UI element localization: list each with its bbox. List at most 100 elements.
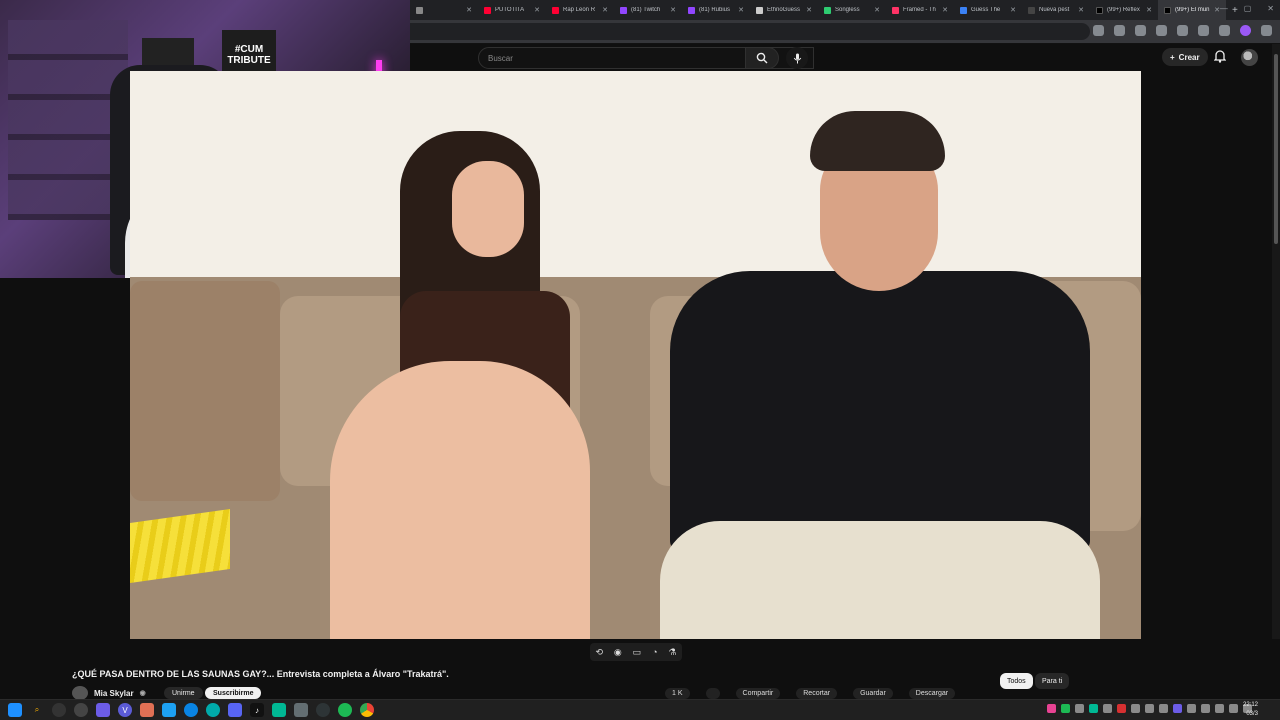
- app-icon[interactable]: [140, 703, 154, 717]
- channel-avatar[interactable]: [72, 686, 88, 700]
- create-button[interactable]: + Crear: [1162, 48, 1208, 66]
- tray-icon[interactable]: [1187, 704, 1196, 713]
- app-icon[interactable]: [184, 703, 198, 717]
- clock-time: 22:12: [1242, 702, 1258, 708]
- app-icon[interactable]: [272, 703, 286, 717]
- extension-icon[interactable]: [1219, 25, 1230, 36]
- like-button[interactable]: 1 K: [665, 688, 690, 699]
- edge-icon[interactable]: [206, 703, 220, 717]
- extension-icon[interactable]: [1177, 25, 1188, 36]
- browser-tab[interactable]: Framed - Th ✕: [886, 0, 954, 20]
- close-icon[interactable]: ✕: [466, 6, 472, 14]
- chip-todos[interactable]: Todos: [1000, 673, 1033, 689]
- dislike-button[interactable]: [705, 688, 720, 699]
- pip-icon[interactable]: ▭: [633, 647, 642, 658]
- bookmark-star-icon[interactable]: [1114, 25, 1125, 36]
- close-icon[interactable]: ✕: [1010, 6, 1016, 14]
- close-icon[interactable]: ✕: [942, 6, 948, 14]
- browser-tab-active[interactable]: (99+) El mun ✕: [1158, 0, 1226, 20]
- channel-info[interactable]: Mia Skylar ◉: [72, 686, 146, 700]
- minimize-icon[interactable]: —: [1220, 4, 1228, 13]
- close-icon[interactable]: ✕: [1078, 6, 1084, 14]
- tab-favicon: [1096, 6, 1103, 14]
- close-icon[interactable]: ✕: [738, 6, 744, 14]
- tray-icon[interactable]: [1117, 704, 1126, 713]
- windows-start-icon[interactable]: [8, 703, 22, 717]
- taskbar-clock[interactable]: 22:12 03/3: [1243, 701, 1258, 719]
- tray-icon[interactable]: [1047, 704, 1056, 713]
- browser-tab[interactable]: (81) Twitch ✕: [614, 0, 682, 20]
- tray-icon[interactable]: [1173, 704, 1182, 713]
- tray-icon[interactable]: [1075, 704, 1084, 713]
- app-icon[interactable]: [74, 703, 88, 717]
- browser-tab[interactable]: EthnoGuess ✕: [750, 0, 818, 20]
- download-button[interactable]: Descargar: [908, 688, 956, 699]
- close-icon[interactable]: ✕: [1146, 6, 1152, 14]
- tray-icon[interactable]: [1061, 704, 1070, 713]
- extension-icon[interactable]: [1156, 25, 1167, 36]
- share-button[interactable]: Compartir: [735, 688, 781, 699]
- clip-button[interactable]: Recortar: [796, 688, 838, 699]
- tiktok-icon[interactable]: ♪: [250, 703, 264, 717]
- search-icon: [756, 52, 768, 64]
- video-player[interactable]: [130, 71, 1141, 639]
- chip-para-ti[interactable]: Para ti: [1035, 673, 1070, 689]
- app-icon[interactable]: [96, 703, 110, 717]
- tab-favicon: [824, 6, 831, 14]
- browser-tab[interactable]: (99+) Reflex ✕: [1090, 0, 1158, 20]
- discord-icon[interactable]: [228, 703, 242, 717]
- experiment-icon[interactable]: ⚗: [668, 647, 676, 658]
- spotify-icon[interactable]: [338, 703, 352, 717]
- audio-icon[interactable]: ◉: [614, 647, 622, 658]
- browser-tab[interactable]: Nueva pest ✕: [1022, 0, 1090, 20]
- task-view-icon[interactable]: [52, 703, 66, 717]
- browser-tab[interactable]: Guess The ✕: [954, 0, 1022, 20]
- scrollbar-thumb[interactable]: [1274, 54, 1278, 244]
- menu-icon[interactable]: [1261, 25, 1272, 36]
- wifi-icon[interactable]: [1229, 704, 1238, 713]
- voice-search-button[interactable]: [786, 47, 808, 69]
- app-icon[interactable]: [316, 703, 330, 717]
- close-icon[interactable]: ✕: [874, 6, 880, 14]
- app-icon[interactable]: [294, 703, 308, 717]
- browser-tab[interactable]: (81) Rubius ✕: [682, 0, 750, 20]
- browser-tab[interactable]: PUTOTITA ✕: [478, 0, 546, 20]
- address-bar[interactable]: [410, 23, 1090, 40]
- loop-icon[interactable]: ⟲: [595, 647, 603, 658]
- channel-name[interactable]: Mia Skylar: [94, 689, 134, 698]
- save-button[interactable]: Guardar: [853, 688, 893, 699]
- browser-tab[interactable]: Songless ✕: [818, 0, 886, 20]
- tray-icon[interactable]: [1145, 704, 1154, 713]
- maximize-icon[interactable]: ▢: [1244, 4, 1252, 13]
- tray-icon[interactable]: [1131, 704, 1140, 713]
- tray-icon[interactable]: [1159, 704, 1168, 713]
- install-app-icon[interactable]: [1093, 25, 1104, 36]
- profile-icon[interactable]: [1240, 25, 1251, 36]
- browser-tab[interactable]: ✕: [410, 0, 478, 20]
- extension-icon[interactable]: [1135, 25, 1146, 36]
- account-avatar[interactable]: [1241, 49, 1258, 66]
- search-button[interactable]: [745, 47, 779, 69]
- tray-icon[interactable]: [1103, 704, 1112, 713]
- close-icon[interactable]: ✕: [806, 6, 812, 14]
- browser-tab[interactable]: Rap Leon R ✕: [546, 0, 614, 20]
- tab-favicon: [552, 6, 559, 14]
- tray-icon[interactable]: [1089, 704, 1098, 713]
- close-icon[interactable]: ✕: [670, 6, 676, 14]
- tray-icon[interactable]: [1201, 704, 1210, 713]
- vivaldi-icon[interactable]: V: [118, 703, 132, 717]
- puzzle-icon[interactable]: [1198, 25, 1209, 36]
- close-window-icon[interactable]: ✕: [1267, 4, 1274, 13]
- speed-icon[interactable]: ◔: [652, 647, 657, 657]
- chrome-icon[interactable]: [360, 703, 374, 717]
- page-scrollbar[interactable]: [1272, 44, 1280, 644]
- join-button[interactable]: Unirme: [164, 687, 203, 699]
- close-icon[interactable]: ✕: [534, 6, 540, 14]
- browser-window: ✕ PUTOTITA ✕ Rap Leon R ✕ (81) Twitch ✕ (81…: [410, 0, 1280, 44]
- app-icon[interactable]: [162, 703, 176, 717]
- tray-icon[interactable]: [1215, 704, 1224, 713]
- close-icon[interactable]: ✕: [602, 6, 608, 14]
- notifications-button[interactable]: [1213, 49, 1227, 68]
- search-icon[interactable]: ⌕: [30, 703, 44, 717]
- subscribe-button[interactable]: Suscribirme: [205, 687, 262, 699]
